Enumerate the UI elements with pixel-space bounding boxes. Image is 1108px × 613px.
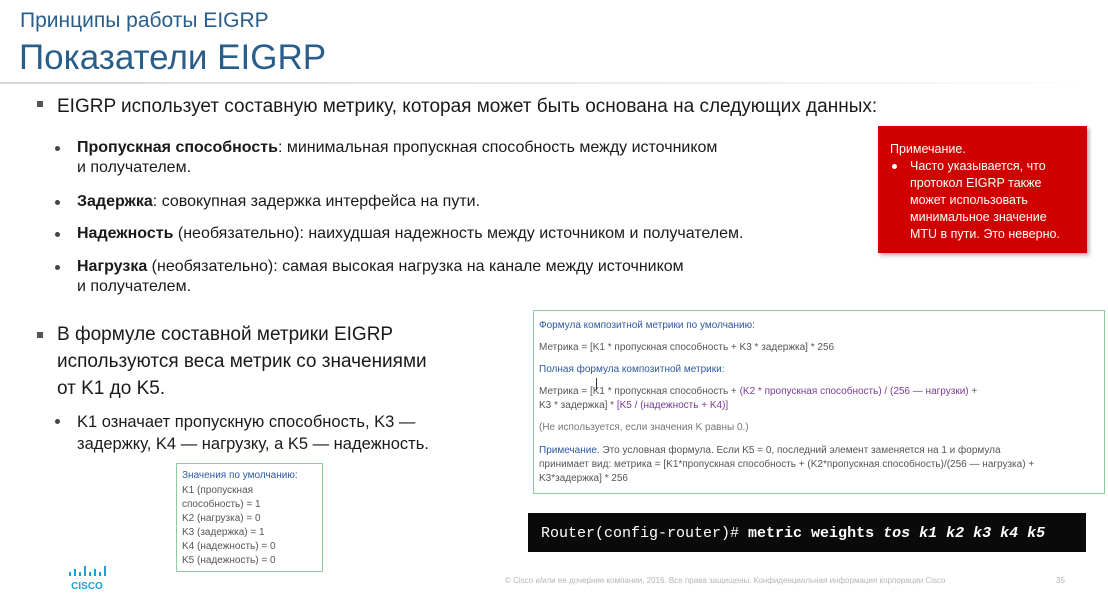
defaults-line: K2 (нагрузка) = 0 — [182, 513, 261, 524]
formula-default: Метрика = [K1 * пропускная способность +… — [539, 342, 835, 353]
bullet-main-1: EIGRP использует составную метрику, кото… — [37, 96, 877, 118]
page-title: Показатели EIGRP — [19, 38, 327, 77]
dot-bullet-icon — [55, 265, 60, 270]
dot-bullet-icon — [55, 419, 60, 424]
text-cursor-icon — [596, 378, 597, 390]
defaults-title: Значения по умолчанию: — [182, 470, 298, 481]
footer-copyright: © Cisco и/или ее дочерние компании, 2016… — [505, 576, 946, 585]
cisco-wordmark: CISCO — [71, 581, 103, 592]
list-item-load: Нагрузка (необязательно): самая высокая … — [55, 257, 684, 297]
dot-bullet-icon — [55, 232, 60, 237]
defaults-line: K4 (надежность) = 0 — [182, 541, 276, 552]
header-divider — [0, 82, 1108, 84]
dot-bullet-icon — [55, 146, 60, 151]
list-item-reliability: Надежность (необязательно): наихудшая на… — [55, 224, 743, 244]
formula-unused-note: (Не используется, если значения K равны … — [539, 422, 749, 433]
page-number: 35 — [1056, 576, 1065, 585]
command-line-box: Router(config-router)# metric weights to… — [528, 513, 1086, 552]
formula-note-line2: принимает вид: метрика = [K1*пропускная … — [539, 459, 1035, 470]
bullet-main-1-text: EIGRP использует составную метрику, кото… — [57, 96, 878, 117]
formula-note-label: Примечание — [539, 445, 597, 456]
defaults-box: Значения по умолчанию: K1 (пропускная сп… — [176, 463, 323, 572]
formula-note-line1: Примечание. Это условная формула. Если K… — [539, 445, 1001, 456]
note-title: Примечание. — [890, 142, 966, 156]
cisco-logo: CISCO — [66, 566, 112, 596]
formula-box: Формула композитной метрики по умолчанию… — [533, 310, 1105, 494]
cisco-bars-icon: CISCO — [69, 566, 106, 592]
section-title: Принципы работы EIGRP — [20, 9, 269, 32]
note-box: Примечание. Часто указывается, что проток… — [878, 126, 1087, 253]
defaults-line: K5 (надежность) = 0 — [182, 555, 276, 566]
defaults-line: способность) = 1 — [182, 499, 261, 510]
formula-default-title: Формула композитной метрики по умолчанию… — [539, 320, 755, 331]
formula-full-line2: K3 * задержка] * [K5 / (надежность + K4)… — [539, 400, 729, 411]
list-item-delay: Задержка: совокупная задержка интерфейса… — [55, 192, 480, 212]
bullet-main-2: В формуле составной метрики EIGRP использ… — [37, 321, 507, 402]
list-item-bandwidth: Пропускная способность: минимальная проп… — [55, 138, 717, 178]
note-bullet-icon — [892, 164, 897, 169]
formula-full-line1: Метрика = [K1 * пропускная способность +… — [539, 386, 978, 397]
formula-note-line3: K3*задержка] * 256 — [539, 473, 628, 484]
defaults-line: K1 (пропускная — [182, 485, 254, 496]
formula-full-title: Полная формула композитной метрики: — [539, 364, 725, 375]
note-body: Часто указывается, что протокол EIGRP так… — [892, 158, 1082, 243]
command-text: Router(config-router)# metric weights to… — [541, 525, 1046, 542]
term-reliability: Надежность — [77, 225, 174, 242]
bullet-sub-weights: K1 означает пропускную способность, K3 —… — [55, 411, 485, 455]
term-bandwidth: Пропускная способность — [77, 139, 278, 156]
defaults-line: K3 (задержка) = 1 — [182, 527, 265, 538]
dot-bullet-icon — [55, 200, 60, 205]
square-bullet-icon — [37, 100, 43, 107]
term-load: Нагрузка — [77, 258, 148, 275]
term-delay: Задержка — [77, 193, 153, 210]
square-bullet-icon — [37, 332, 43, 338]
